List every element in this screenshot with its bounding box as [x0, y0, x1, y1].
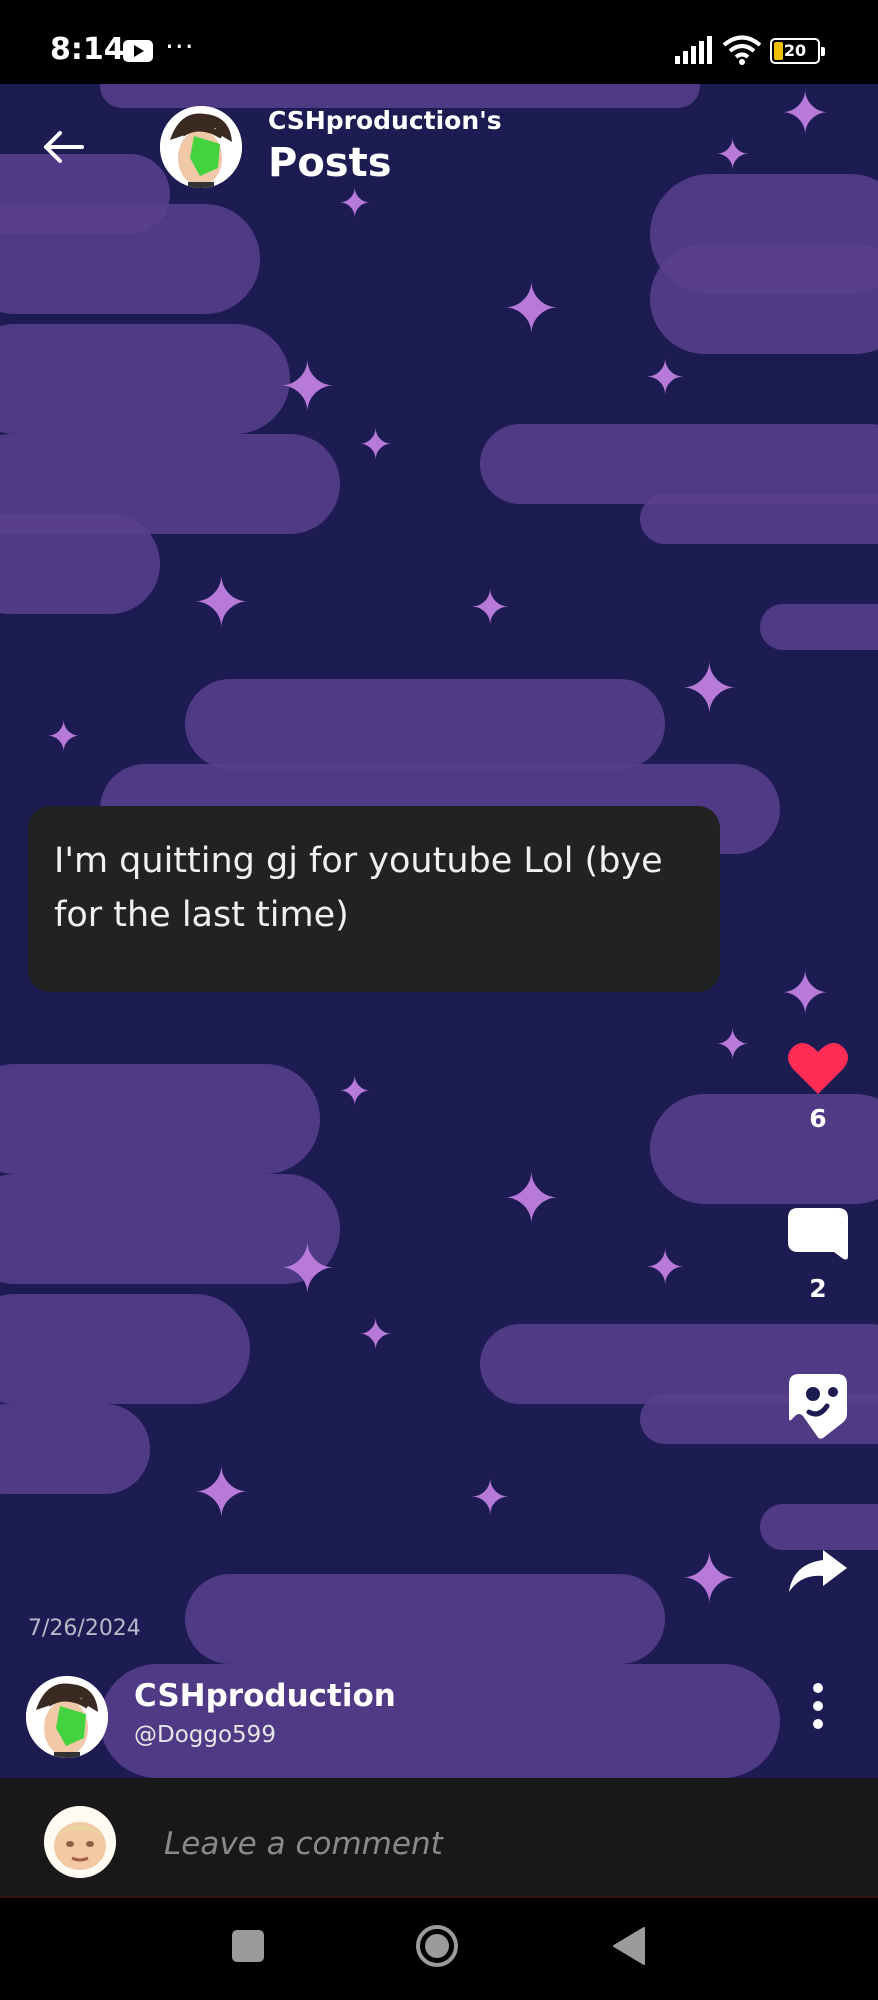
post-date: 7/26/2024: [28, 1616, 141, 1641]
share-arrow-icon: [789, 1550, 847, 1592]
recent-apps-button[interactable]: [232, 1930, 264, 1962]
like-button[interactable]: 6: [780, 1040, 856, 1133]
youtube-notification-icon: [123, 40, 153, 62]
battery-icon: 20: [770, 38, 825, 64]
vertical-dots-icon: [813, 1683, 823, 1729]
system-back-button[interactable]: [612, 1926, 646, 1966]
header-subtitle: CSHproduction's: [268, 106, 502, 135]
sticker-button[interactable]: [780, 1372, 856, 1444]
avatar-image: [160, 106, 242, 188]
battery-level: 20: [783, 41, 807, 60]
share-button[interactable]: [780, 1548, 856, 1598]
status-bar: 8:14 ··· 20: [0, 0, 878, 84]
author-handle[interactable]: @Doggo599: [134, 1722, 276, 1748]
avatar-image: [26, 1676, 108, 1758]
sticker-icon: [789, 1374, 847, 1439]
current-user-avatar: [44, 1806, 116, 1878]
author-name[interactable]: CSHproduction: [134, 1678, 396, 1714]
page-title: Posts: [268, 140, 392, 186]
speech-bubble-icon: [788, 1208, 848, 1260]
header-avatar[interactable]: [160, 106, 242, 188]
arrow-left-icon: [44, 131, 84, 163]
more-options-button[interactable]: [800, 1680, 836, 1732]
signal-icon: [675, 36, 712, 64]
comment-count: 2: [809, 1274, 827, 1303]
avatar-image: [44, 1806, 116, 1878]
wifi-icon: [722, 35, 762, 65]
home-button[interactable]: [415, 1924, 459, 1968]
status-time: 8:14: [50, 32, 125, 67]
comment-input[interactable]: [162, 1820, 846, 1868]
like-count: 6: [809, 1104, 827, 1133]
post-text: I'm quitting gj for youtube Lol (bye for…: [54, 841, 663, 935]
comment-button[interactable]: 2: [780, 1206, 856, 1303]
post-text-card: I'm quitting gj for youtube Lol (bye for…: [28, 806, 720, 992]
more-notifications-icon: ···: [165, 30, 195, 63]
author-avatar[interactable]: [26, 1676, 108, 1758]
back-button[interactable]: [38, 122, 88, 172]
heart-icon: [788, 1043, 848, 1094]
